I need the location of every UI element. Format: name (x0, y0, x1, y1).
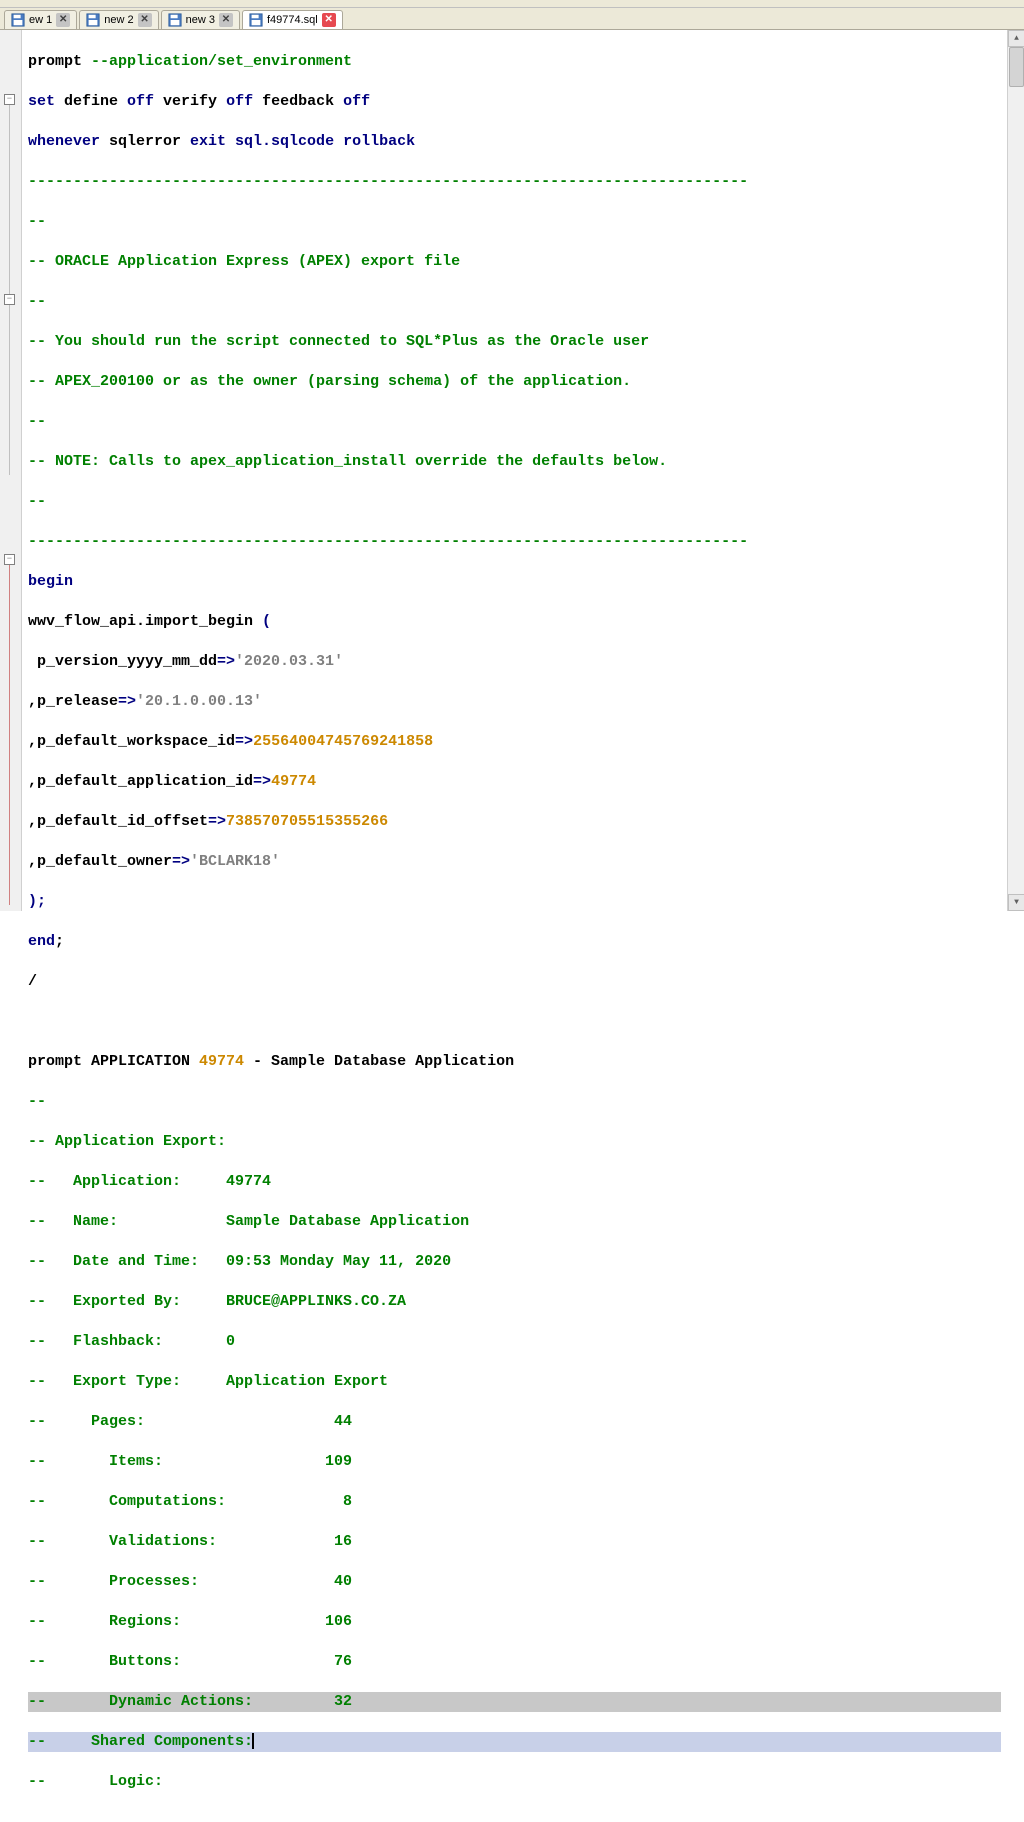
vertical-scrollbar[interactable]: ▲ ▼ (1007, 30, 1024, 911)
code-line: -- Items: 109 (28, 1452, 1001, 1472)
code-line: begin (28, 572, 1001, 592)
tab-bar: ew 1 ✕ new 2 ✕ new 3 ✕ f49774.sql ✕ (0, 8, 1024, 30)
code-line: -- Flashback: 0 (28, 1332, 1001, 1352)
code-line: -- Export Type: Application Export (28, 1372, 1001, 1392)
code-line: -- Computations: 8 (28, 1492, 1001, 1512)
file-icon (249, 13, 263, 27)
tab-new2[interactable]: new 2 ✕ (79, 10, 158, 30)
editor-area: − − − prompt --application/set_environme… (0, 30, 1024, 911)
code-line: ,p_release=>'20.1.0.00.13' (28, 692, 1001, 712)
code-line: prompt APPLICATION 49774 - Sample Databa… (28, 1052, 1001, 1072)
scroll-down-button[interactable]: ▼ (1008, 894, 1024, 911)
code-line-selected: -- Dynamic Actions: 32 (28, 1692, 1001, 1712)
scroll-up-button[interactable]: ▲ (1008, 30, 1024, 47)
code-line: ----------------------------------------… (28, 172, 1001, 192)
code-line (28, 1012, 1001, 1032)
toolbar-strip (0, 0, 1024, 8)
file-icon (86, 13, 100, 27)
code-line: end; (28, 932, 1001, 952)
fold-toggle[interactable]: − (4, 294, 15, 305)
code-line: p_version_yyyy_mm_dd=>'2020.03.31' (28, 652, 1001, 672)
code-line-cursor: -- Shared Components: (28, 1732, 1001, 1752)
code-line: prompt --application/set_environment (28, 52, 1001, 72)
tab-new1[interactable]: ew 1 ✕ (4, 10, 77, 30)
tab-f49774[interactable]: f49774.sql ✕ (242, 10, 343, 30)
code-line: -- Application Export: (28, 1132, 1001, 1152)
tab-label: new 3 (186, 14, 215, 26)
code-line: -- (28, 1092, 1001, 1112)
code-line: -- Application: 49774 (28, 1172, 1001, 1192)
code-line: ,p_default_id_offset=>738570705515355266 (28, 812, 1001, 832)
code-line: -- You should run the script connected t… (28, 332, 1001, 352)
code-line: -- (28, 492, 1001, 512)
close-icon[interactable]: ✕ (138, 13, 152, 27)
code-line: ); (28, 892, 1001, 912)
code-line: ----------------------------------------… (28, 532, 1001, 552)
code-line: wwv_flow_api.import_begin ( (28, 612, 1001, 632)
code-line: -- NOTE: Calls to apex_application_insta… (28, 452, 1001, 472)
code-line: whenever sqlerror exit sql.sqlcode rollb… (28, 132, 1001, 152)
code-line: -- Processes: 40 (28, 1572, 1001, 1592)
fold-toggle[interactable]: − (4, 94, 15, 105)
code-line: -- APEX_200100 or as the owner (parsing … (28, 372, 1001, 392)
file-icon (11, 13, 25, 27)
fold-line (9, 105, 10, 295)
code-line: ,p_default_application_id=>49774 (28, 772, 1001, 792)
close-icon[interactable]: ✕ (56, 13, 70, 27)
code-line: -- Buttons: 76 (28, 1652, 1001, 1672)
fold-gutter: − − − (0, 30, 22, 911)
code-line: -- Date and Time: 09:53 Monday May 11, 2… (28, 1252, 1001, 1272)
code-line: -- (28, 292, 1001, 312)
code-line: / (28, 972, 1001, 992)
code-line: -- Regions: 106 (28, 1612, 1001, 1632)
tab-label: ew 1 (29, 14, 52, 26)
code-line: -- (28, 212, 1001, 232)
code-line: set define off verify off feedback off (28, 92, 1001, 112)
scroll-thumb[interactable] (1009, 47, 1024, 87)
tab-label: f49774.sql (267, 14, 318, 26)
code-line: -- Name: Sample Database Application (28, 1212, 1001, 1232)
tab-new3[interactable]: new 3 ✕ (161, 10, 240, 30)
code-line: ,p_default_workspace_id=>255640047457692… (28, 732, 1001, 752)
close-icon[interactable]: ✕ (322, 13, 336, 27)
file-icon (168, 13, 182, 27)
code-editor[interactable]: prompt --application/set_environment set… (22, 30, 1007, 911)
fold-line (9, 565, 10, 905)
code-line: -- Validations: 16 (28, 1532, 1001, 1552)
code-line: -- ORACLE Application Express (APEX) exp… (28, 252, 1001, 272)
fold-toggle[interactable]: − (4, 554, 15, 565)
code-line: -- (28, 412, 1001, 432)
code-line: -- Logic: (28, 1772, 1001, 1792)
close-icon[interactable]: ✕ (219, 13, 233, 27)
code-line: -- Exported By: BRUCE@APPLINKS.CO.ZA (28, 1292, 1001, 1312)
tab-label: new 2 (104, 14, 133, 26)
code-line: -- Pages: 44 (28, 1412, 1001, 1432)
fold-line (9, 305, 10, 475)
code-line: ,p_default_owner=>'BCLARK18' (28, 852, 1001, 872)
